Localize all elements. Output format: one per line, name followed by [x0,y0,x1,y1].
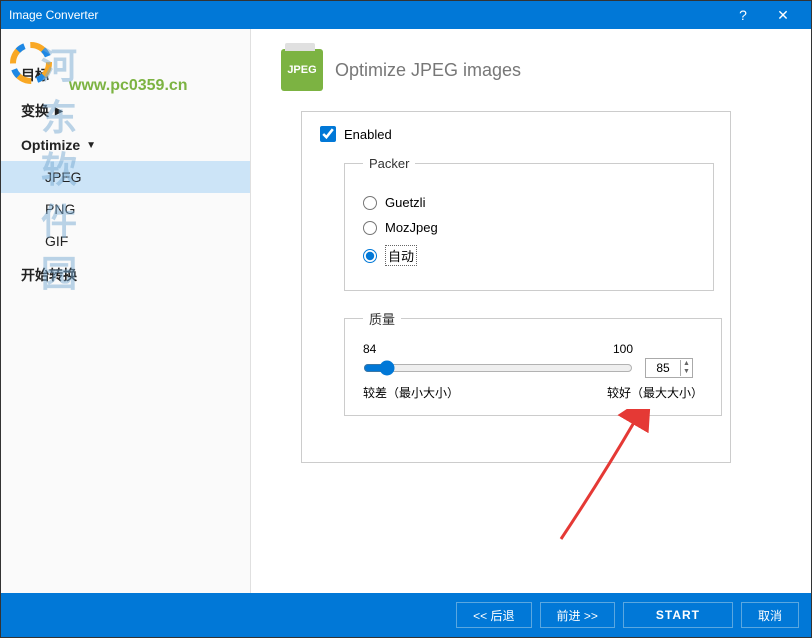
quality-spinner[interactable]: ▲▼ [645,358,693,378]
sidebar-item-optimize[interactable]: Optimize▼ [1,129,250,161]
options-panel: Enabled Packer Guetzli MozJpeg 自动 质量 [301,111,731,463]
page-title: Optimize JPEG images [335,60,521,81]
packer-guetzli-row[interactable]: Guetzli [363,195,695,210]
quality-max-label: 100 [613,342,633,356]
quality-value-input[interactable] [646,359,680,377]
back-button[interactable]: << 后退 [456,602,531,628]
cancel-button[interactable]: 取消 [741,602,799,628]
packer-fieldset: Packer Guetzli MozJpeg 自动 [344,156,714,291]
spinner-up-icon[interactable]: ▲ [683,360,690,368]
titlebar: Image Converter ? ✕ [1,1,811,29]
quality-worse-label: 较差（最小大小） [363,384,459,401]
start-button[interactable]: START [623,602,733,628]
quality-fieldset: 质量 84 100 ▲▼ 较差（最小大小） 较好（最大大小） [344,309,722,416]
enabled-checkbox-row[interactable]: Enabled [320,126,712,142]
packer-auto-row[interactable]: 自动 [363,245,695,266]
content-area: JPEG Optimize JPEG images Enabled Packer… [251,29,811,593]
quality-better-label: 较好（最大大小） [607,384,703,401]
packer-legend: Packer [363,156,415,171]
help-button[interactable]: ? [723,7,763,23]
sidebar: 目标 变换▶ Optimize▼ JPEG PNG GIF 开始转换 [1,29,251,593]
footer-bar: << 后退 前进 >> START 取消 [1,593,811,637]
chevron-right-icon: ▶ [55,106,63,117]
sidebar-item-gif[interactable]: GIF [1,225,250,257]
sidebar-item-jpeg[interactable]: JPEG [1,161,250,193]
sidebar-item-start[interactable]: 开始转换 [1,257,250,293]
chevron-down-icon: ▼ [86,140,96,151]
packer-mozjpeg-row[interactable]: MozJpeg [363,220,695,235]
forward-button[interactable]: 前进 >> [540,602,615,628]
enabled-checkbox[interactable] [320,126,336,142]
spinner-down-icon[interactable]: ▼ [683,368,690,376]
window-title: Image Converter [9,8,723,22]
quality-slider[interactable] [363,360,633,376]
sidebar-item-target[interactable]: 目标 [1,57,250,93]
quality-min-label: 84 [363,342,376,356]
packer-mozjpeg-radio[interactable] [363,221,377,235]
packer-auto-radio[interactable] [363,249,377,263]
enabled-label: Enabled [344,127,392,142]
packer-guetzli-radio[interactable] [363,196,377,210]
quality-legend: 质量 [363,309,401,328]
sidebar-item-transform[interactable]: 变换▶ [1,93,250,129]
jpeg-format-icon: JPEG [281,49,323,91]
close-button[interactable]: ✕ [763,7,803,24]
sidebar-item-png[interactable]: PNG [1,193,250,225]
